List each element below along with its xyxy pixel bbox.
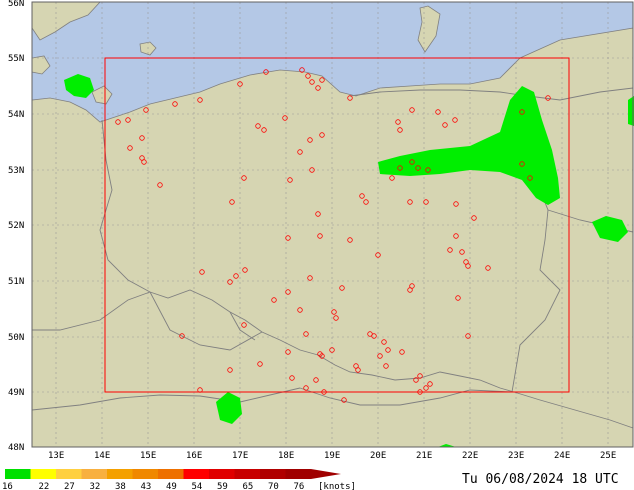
- legend-swatch: [5, 469, 31, 479]
- legend-label: 16: [2, 482, 13, 490]
- lon-label: 25E: [600, 451, 616, 461]
- lon-label: 20E: [370, 451, 386, 461]
- legend-units: [knots]: [318, 482, 356, 490]
- lon-label: 19E: [324, 451, 340, 461]
- timestamp: Tu 06/08/2024 18 UTC: [462, 472, 619, 487]
- lon-label: 23E: [508, 451, 524, 461]
- legend-label: 49: [166, 482, 177, 490]
- lat-label: 49N: [8, 388, 24, 398]
- map-canvas: 56N 55N 54N 53N 52N 51N 50N 49N 48N 13E …: [2, 0, 634, 490]
- legend-label: 70: [268, 482, 279, 490]
- legend-label: 76: [294, 482, 305, 490]
- legend-swatch: [260, 469, 286, 479]
- lon-label: 13E: [48, 451, 64, 461]
- lat-label: 54N: [8, 110, 24, 120]
- legend-label: 65: [243, 482, 254, 490]
- lat-label: 51N: [8, 277, 24, 287]
- wind-legend: 16 22 27 32 38 43 49 54 59 65 70 76: [2, 469, 341, 490]
- legend-swatch: [158, 469, 184, 479]
- lon-label: 18E: [278, 451, 294, 461]
- lat-label: 53N: [8, 166, 24, 176]
- legend-label: 27: [64, 482, 75, 490]
- lat-label: 55N: [8, 54, 24, 64]
- lon-label: 16E: [186, 451, 202, 461]
- lon-label: 22E: [462, 451, 478, 461]
- legend-arrow-tip: [311, 469, 341, 479]
- legend-swatch: [234, 469, 260, 479]
- legend-swatch: [81, 469, 107, 479]
- lat-label: 48N: [8, 443, 24, 453]
- lat-labels: 56N 55N 54N 53N 52N 51N 50N 49N 48N: [8, 0, 24, 453]
- lon-labels: 13E 14E 15E 16E 17E 18E 19E 20E 21E 22E …: [48, 451, 616, 461]
- legend-swatch: [209, 469, 235, 479]
- lon-label: 21E: [416, 451, 432, 461]
- lat-label: 56N: [8, 0, 24, 9]
- legend-label: 22: [39, 482, 50, 490]
- legend-label: 32: [90, 482, 101, 490]
- lat-label: 50N: [8, 333, 24, 343]
- lat-label: 52N: [8, 221, 24, 231]
- legend-swatch: [30, 469, 56, 479]
- legend-swatch: [107, 469, 133, 479]
- legend-label: 54: [192, 482, 203, 490]
- legend-swatch: [56, 469, 82, 479]
- legend-label: 43: [141, 482, 152, 490]
- lon-label: 15E: [140, 451, 156, 461]
- legend-swatch: [132, 469, 158, 479]
- lon-label: 24E: [554, 451, 570, 461]
- legend-label: 59: [217, 482, 228, 490]
- legend-swatch: [183, 469, 209, 479]
- legend-swatch: [285, 469, 311, 479]
- lon-label: 17E: [232, 451, 248, 461]
- lon-label: 14E: [94, 451, 110, 461]
- legend-label: 38: [115, 482, 126, 490]
